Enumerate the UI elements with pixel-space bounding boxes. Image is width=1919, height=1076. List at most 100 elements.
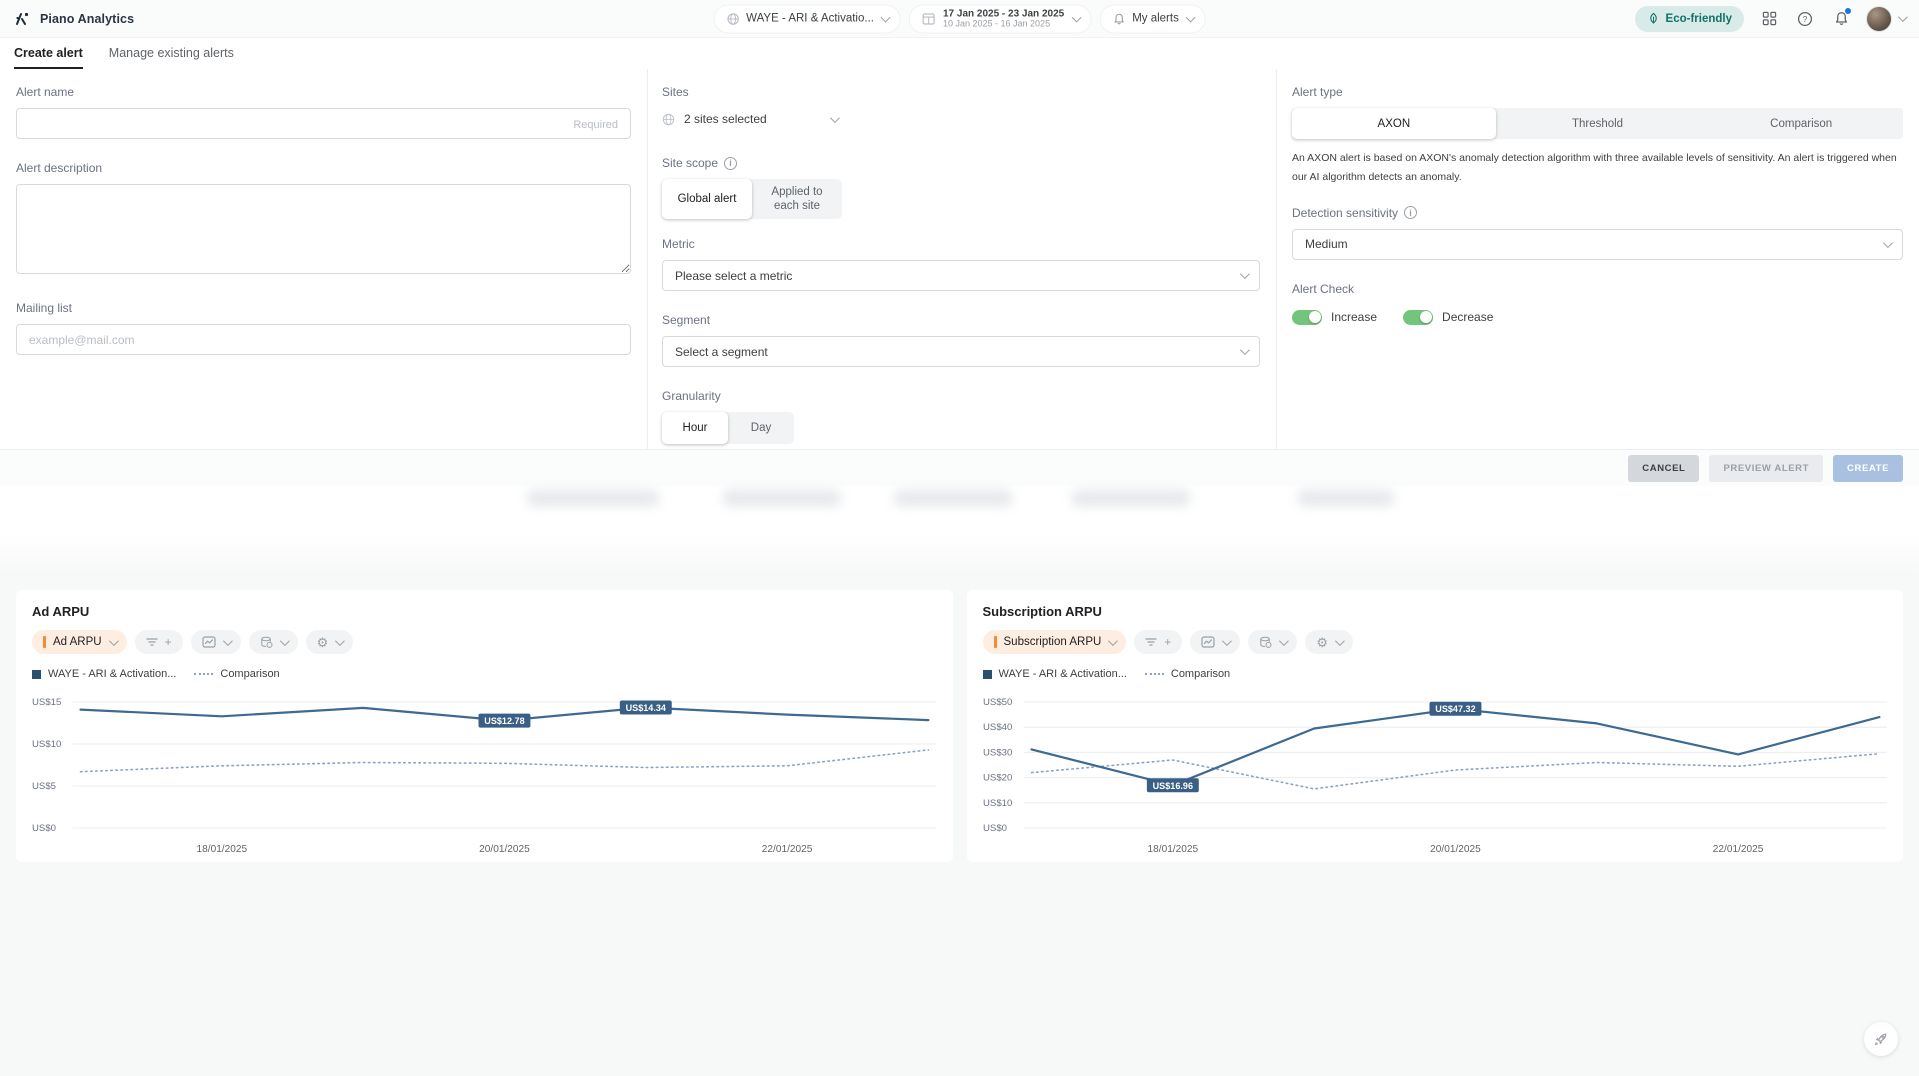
data-source-pill[interactable] bbox=[1248, 630, 1297, 654]
form-column-scope: Sites 2 sites selected Site scope i bbox=[648, 69, 1277, 449]
segment-label: Segment bbox=[662, 313, 1260, 327]
toggle-knob bbox=[1420, 311, 1432, 323]
form-column-type: Alert type AXON Threshold Comparison An … bbox=[1277, 69, 1919, 449]
mailing-list-label: Mailing list bbox=[16, 301, 631, 315]
info-icon[interactable]: i bbox=[1404, 206, 1417, 219]
alert-type-option-axon[interactable]: AXON bbox=[1292, 108, 1496, 139]
chart-type-pill[interactable] bbox=[1190, 630, 1240, 654]
date-range-selector[interactable]: 17 Jan 2025 - 23 Jan 2025 10 Jan 2025 - … bbox=[910, 5, 1090, 32]
chevron-down-icon bbox=[881, 12, 891, 22]
metric-accent-bar bbox=[43, 636, 46, 648]
chevron-down-icon bbox=[1240, 345, 1250, 355]
alert-name-input[interactable] bbox=[16, 108, 631, 139]
svg-text:18/01/2025: 18/01/2025 bbox=[197, 844, 248, 855]
mailing-list-input[interactable] bbox=[16, 324, 631, 355]
calendar-icon bbox=[922, 12, 936, 26]
plus-icon: + bbox=[1164, 636, 1171, 648]
detection-sensitivity-value: Medium bbox=[1305, 237, 1348, 251]
filter-pill[interactable]: + bbox=[135, 630, 183, 654]
settings-pill[interactable]: ⚙ bbox=[306, 630, 354, 654]
alert-description-textarea[interactable] bbox=[16, 184, 631, 274]
site-scope-segmented: Global alert Applied to each site bbox=[662, 179, 842, 219]
toggle-knob bbox=[1309, 311, 1321, 323]
metric-pill[interactable]: Ad ARPU bbox=[32, 630, 127, 654]
my-alerts-label: My alerts bbox=[1132, 13, 1179, 25]
legend-item-site[interactable]: WAYE - ARI & Activation... bbox=[32, 668, 176, 680]
page: Piano Analytics WAYE - ARI & Activatio..… bbox=[0, 0, 1919, 1076]
increase-toggle[interactable] bbox=[1292, 310, 1322, 325]
database-icon bbox=[260, 636, 273, 649]
top-nav: Piano Analytics WAYE - ARI & Activatio..… bbox=[0, 0, 1919, 38]
chart-legend: WAYE - ARI & Activation... Comparison bbox=[32, 668, 937, 680]
alert-description-label: Alert description bbox=[16, 161, 631, 175]
granularity-label: Granularity bbox=[662, 389, 1260, 403]
metric-select[interactable]: Please select a metric bbox=[662, 260, 1260, 291]
form-column-general: Alert name Alert description Mailing lis… bbox=[0, 69, 648, 449]
site-scope-option-global[interactable]: Global alert bbox=[662, 179, 752, 219]
legend-item-comparison[interactable]: Comparison bbox=[1145, 668, 1230, 680]
comparison-swatch bbox=[1145, 673, 1164, 675]
svg-text:US$15: US$15 bbox=[32, 697, 61, 708]
site-scope-option-each-site[interactable]: Applied to each site bbox=[752, 179, 842, 219]
sites-selector[interactable]: 2 sites selected bbox=[662, 108, 1260, 140]
segment-select[interactable]: Select a segment bbox=[662, 336, 1260, 367]
svg-text:US$50: US$50 bbox=[983, 697, 1012, 708]
eco-friendly-badge[interactable]: Eco-friendly bbox=[1635, 6, 1744, 32]
notifications-button[interactable] bbox=[1830, 8, 1852, 30]
filter-icon bbox=[1145, 637, 1157, 647]
decrease-toggle[interactable] bbox=[1403, 310, 1433, 325]
faded-preview-zone bbox=[0, 486, 1919, 574]
svg-text:US$5: US$5 bbox=[32, 781, 56, 792]
metric-pill[interactable]: Subscription ARPU bbox=[983, 630, 1127, 654]
chevron-down-icon bbox=[109, 636, 119, 646]
brand: Piano Analytics bbox=[14, 10, 134, 27]
chevron-down-icon bbox=[1279, 636, 1289, 646]
legend-item-site[interactable]: WAYE - ARI & Activation... bbox=[983, 668, 1127, 680]
legend-item-comparison[interactable]: Comparison bbox=[194, 668, 279, 680]
svg-text:20/01/2025: 20/01/2025 bbox=[479, 844, 530, 855]
info-icon[interactable]: i bbox=[724, 157, 737, 170]
gear-icon: ⚙ bbox=[1316, 636, 1328, 649]
chevron-down-icon bbox=[1186, 12, 1196, 22]
tab-manage-alerts[interactable]: Manage existing alerts bbox=[109, 46, 234, 69]
site-selector[interactable]: WAYE - ARI & Activatio... bbox=[714, 5, 900, 32]
detection-sensitivity-select[interactable]: Medium bbox=[1292, 229, 1903, 260]
notification-dot bbox=[1845, 8, 1851, 14]
user-menu[interactable] bbox=[1866, 6, 1905, 32]
chevron-down-icon bbox=[1240, 269, 1250, 279]
piano-analytics-logo bbox=[14, 10, 31, 27]
chart-type-pill[interactable] bbox=[191, 630, 241, 654]
apps-grid-button[interactable] bbox=[1758, 8, 1780, 30]
help-button[interactable]: ? bbox=[1794, 8, 1816, 30]
chart-legend: WAYE - ARI & Activation... Comparison bbox=[983, 668, 1888, 680]
granularity-option-day[interactable]: Day bbox=[728, 412, 794, 444]
data-source-pill[interactable] bbox=[249, 630, 298, 654]
decrease-toggle-label: Decrease bbox=[1442, 310, 1493, 324]
svg-text:US$10: US$10 bbox=[32, 739, 61, 750]
svg-text:US$40: US$40 bbox=[983, 722, 1012, 733]
alert-type-description: An AXON alert is based on AXON's anomaly… bbox=[1292, 149, 1903, 188]
create-button[interactable]: CREATE bbox=[1833, 455, 1903, 482]
cancel-button[interactable]: CANCEL bbox=[1628, 455, 1699, 482]
sites-value: 2 sites selected bbox=[684, 112, 767, 126]
granularity-option-hour[interactable]: Hour bbox=[662, 412, 728, 444]
alert-type-option-threshold[interactable]: Threshold bbox=[1496, 108, 1700, 139]
segment-placeholder: Select a segment bbox=[675, 345, 768, 359]
granularity-segmented: Hour Day bbox=[662, 412, 794, 444]
leaf-icon bbox=[1647, 12, 1660, 25]
alert-type-option-comparison[interactable]: Comparison bbox=[1699, 108, 1903, 139]
assistant-rocket-button[interactable] bbox=[1864, 1022, 1898, 1056]
svg-text:22/01/2025: 22/01/2025 bbox=[762, 844, 813, 855]
avatar bbox=[1866, 6, 1892, 32]
chart-title: Subscription ARPU bbox=[983, 604, 1888, 619]
tab-create-alert[interactable]: Create alert bbox=[14, 46, 83, 69]
eco-friendly-label: Eco-friendly bbox=[1666, 13, 1732, 25]
svg-text:US$47.32: US$47.32 bbox=[1435, 704, 1475, 714]
comparison-swatch bbox=[194, 673, 213, 675]
line-chart-icon bbox=[202, 636, 216, 648]
filter-pill[interactable]: + bbox=[1134, 630, 1182, 654]
preview-alert-button[interactable]: PREVIEW ALERT bbox=[1709, 455, 1823, 482]
line-chart: US$0US$5US$10US$1518/01/202520/01/202522… bbox=[32, 688, 937, 865]
settings-pill[interactable]: ⚙ bbox=[1305, 630, 1353, 654]
my-alerts-menu[interactable]: My alerts bbox=[1100, 5, 1205, 32]
